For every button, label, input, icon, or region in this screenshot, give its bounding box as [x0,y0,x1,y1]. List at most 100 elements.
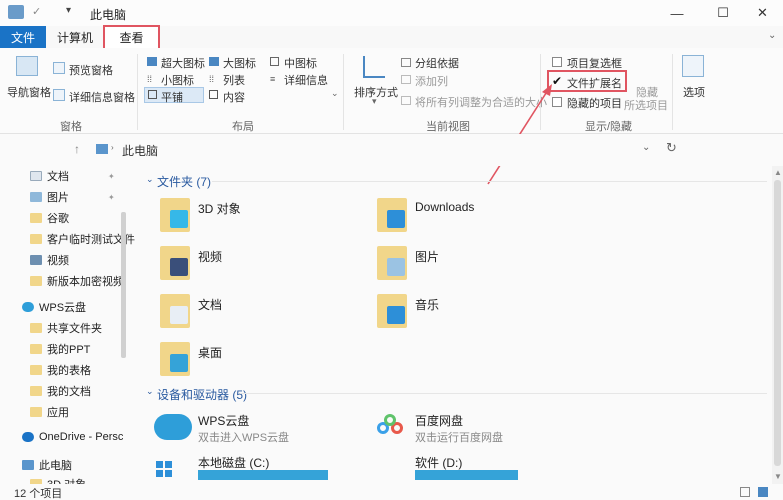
tab-file[interactable]: 文件 [0,26,46,48]
nav-item[interactable]: 图片 ✦ [30,187,155,207]
nav-item-label: 应用 [47,407,69,419]
this-pc-icon [22,460,34,470]
nav-item[interactable]: 我的文档 [30,381,155,401]
layout-extra-large[interactable]: 超大图标 [161,55,205,71]
nav-item[interactable]: 谷歌 [30,208,155,228]
folder-overlay-icon [387,258,405,276]
nav-item-label: 共享文件夹 [47,323,102,335]
up-arrow-icon[interactable]: ↑ [74,142,80,156]
options-button[interactable]: 选项 [683,84,705,100]
layout-more-icon[interactable]: ⌄ [331,88,339,99]
status-bar: 12 个项目 [0,484,783,500]
nav-item[interactable]: 我的表格 [30,360,155,380]
nav-item[interactable]: 共享文件夹 [30,318,155,338]
sort-icon [363,56,385,78]
drive-c-name[interactable]: 本地磁盘 (C:) [198,454,269,471]
hide-selected-line2[interactable]: 所选项目 [624,97,668,113]
layout-large[interactable]: 大图标 [223,55,256,71]
nav-item[interactable]: 新版本加密视频 [30,271,155,291]
add-columns-button[interactable]: 添加列 [415,73,448,89]
details-view-icon[interactable] [740,487,750,497]
collapse-ribbon-icon[interactable]: ⌄ [768,30,776,41]
folder-documents-icon [160,294,190,328]
folder-desktop[interactable]: 桌面 [198,344,222,361]
tab-view[interactable]: 查看 [103,25,160,50]
nav-item-label: 新版本加密视频 [47,276,124,288]
nav-item[interactable]: 视频 [30,250,155,270]
folder-overlay-icon [170,258,188,276]
this-pc-icon [96,144,108,154]
properties-icon[interactable]: ✓ [32,5,46,19]
layout-medium[interactable]: 中图标 [284,55,317,71]
qat-dropdown-icon[interactable]: ▾ [66,5,71,16]
group-label-layout: 布局 [232,121,254,133]
onedrive-icon [22,432,34,442]
nav-item[interactable]: OneDrive - Persc [22,427,147,447]
pin-icon[interactable]: ✦ [108,193,115,202]
tab-computer[interactable]: 计算机 [52,26,98,48]
nav-item[interactable]: 文档 ✦ [30,166,155,186]
folders-section-header[interactable]: 文件夹 (7) [157,173,211,190]
device-wps-sub: 双击进入WPS云盘 [198,432,290,444]
drive-d-name[interactable]: 软件 (D:) [415,454,462,471]
layout-list[interactable]: 列表 [223,72,245,88]
layout-small[interactable]: 小图标 [161,72,194,88]
layout-content[interactable]: 内容 [223,89,245,105]
group-by-button[interactable]: 分组依据 [415,55,459,71]
scroll-down-icon[interactable]: ▼ [774,472,782,481]
folder-documents[interactable]: 文档 [198,296,222,313]
device-baidu-name[interactable]: 百度网盘 [415,412,463,429]
folder-downloads[interactable]: Downloads [415,200,474,214]
preview-pane-icon [53,62,65,74]
folder-icon [30,213,42,223]
folder-pictures[interactable]: 图片 [415,248,439,265]
nav-item[interactable]: 应用 [30,402,155,422]
navigation-pane: 文档 ✦ 图片 ✦ 谷歌 客户临时测试文件 视频 新版本加密视频 WPS云盘 共享文件夹 我的PPT… [0,166,135,491]
section-divider [240,393,767,394]
minimize-button[interactable]: — [654,0,700,26]
folders-collapse-icon[interactable]: ⌄ [146,174,154,185]
scroll-up-icon[interactable]: ▲ [774,168,782,177]
nav-pane-button[interactable]: 导航窗格 [7,84,51,100]
drive-c-usage-bar [198,470,328,480]
folder-videos[interactable]: 视频 [198,248,222,265]
nav-pane-icon [16,56,38,76]
cloud-icon [22,302,34,312]
breadcrumb-separator-icon: › [111,143,114,152]
small-icon: ⁞⁞ [147,74,153,84]
maximize-button[interactable]: ☐ [700,0,746,26]
nav-item-label: 谷歌 [47,213,69,225]
windows-drive-icon [156,461,174,477]
file-extensions-label: 文件扩展名 [567,78,622,90]
refresh-icon[interactable]: ↻ [666,140,677,156]
nav-item[interactable]: WPS云盘 [22,297,147,317]
preview-pane-button[interactable]: 预览窗格 [69,62,113,78]
details-pane-button[interactable]: 详细信息窗格 [69,89,135,105]
close-button[interactable]: ✕ [742,0,783,26]
window-title: 此电脑 [90,8,127,22]
nav-item[interactable]: 我的PPT [30,339,155,359]
list-icon: ⁞⁞ [209,74,215,84]
folder-music-icon [377,294,407,328]
large-icons-view-icon[interactable] [758,487,768,497]
layout-details[interactable]: 详细信息 [284,72,328,88]
folder-icon [30,386,42,396]
main-scroll-thumb[interactable] [774,180,781,466]
folder-3d-objects-icon [160,198,190,232]
folder-music[interactable]: 音乐 [415,296,439,313]
folder-overlay-icon [170,210,188,228]
item-checkboxes-checkbox[interactable] [552,57,562,67]
devices-collapse-icon[interactable]: ⌄ [146,386,154,397]
device-wps-name[interactable]: WPS云盘 [198,412,249,429]
folder-3d-objects[interactable]: 3D 对象 [198,200,241,217]
nav-scrollbar[interactable] [121,212,126,358]
layout-tiles[interactable]: 平铺 [161,89,183,105]
devices-section-header[interactable]: 设备和驱动器 (5) [157,386,247,403]
address-dropdown-icon[interactable]: ⌄ [642,142,650,153]
group-label-show-hide: 显示/隐藏 [585,121,633,133]
nav-item-label: OneDrive - Persc [39,431,124,443]
breadcrumb[interactable]: 此电脑 [122,142,158,159]
pin-icon[interactable]: ✦ [108,172,115,181]
nav-item[interactable]: 此电脑 [22,455,147,475]
nav-item[interactable]: 客户临时测试文件 [30,229,155,249]
